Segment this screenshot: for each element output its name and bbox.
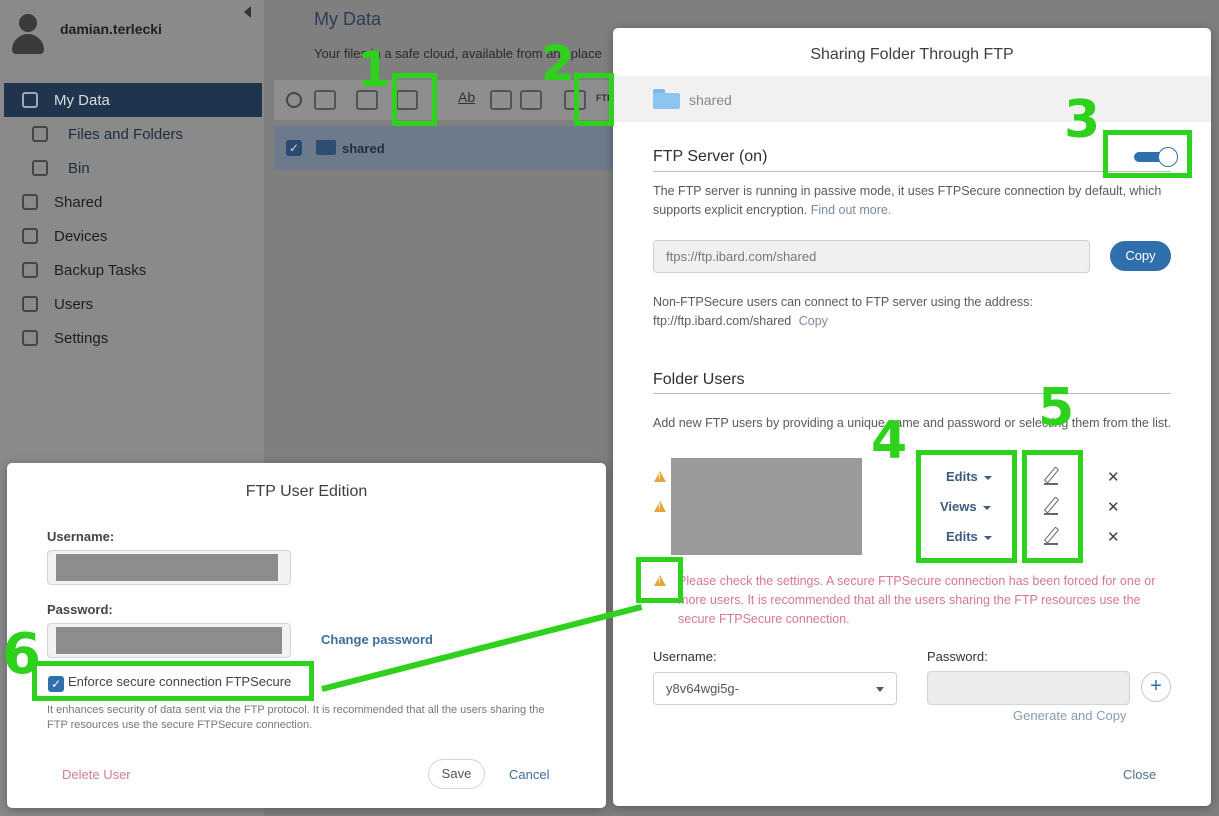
folder-name: shared bbox=[689, 92, 732, 108]
annotation-box-2 bbox=[574, 73, 614, 126]
users-icon bbox=[22, 296, 38, 312]
sidebar-item-settings[interactable]: Settings bbox=[4, 321, 262, 355]
annotation-number-1: 1 bbox=[357, 42, 391, 98]
ftp-url-field[interactable]: ftps://ftp.ibard.com/shared bbox=[653, 240, 1090, 273]
password-field[interactable] bbox=[47, 623, 291, 658]
annotation-box-4 bbox=[916, 450, 1017, 563]
avatar-icon bbox=[10, 14, 46, 56]
sidebar-nav: My Data Files and Folders Bin Shared Dev… bbox=[4, 83, 262, 355]
password-field[interactable] bbox=[927, 671, 1130, 705]
username: damian.terlecki bbox=[60, 21, 162, 37]
copy-non-secure-link[interactable]: Copy bbox=[799, 314, 828, 328]
sidebar-item-label: My Data bbox=[54, 91, 110, 109]
sidebar-item-bin[interactable]: Bin bbox=[4, 151, 262, 185]
username-label: Username: bbox=[47, 529, 115, 544]
settings-icon bbox=[22, 330, 38, 346]
sidebar-item-label: Bin bbox=[68, 159, 90, 177]
ftp-server-description: The FTP server is running in passive mod… bbox=[653, 184, 1162, 217]
dialog-title: Sharing Folder Through FTP bbox=[810, 46, 1014, 63]
annotation-number-3: 3 bbox=[1064, 90, 1101, 150]
annotation-number-2: 2 bbox=[541, 36, 575, 92]
file-name: shared bbox=[342, 141, 385, 156]
annotation-box-5 bbox=[1022, 450, 1083, 563]
add-user-button[interactable]: + bbox=[1141, 672, 1171, 702]
annotation-box-1 bbox=[392, 73, 437, 126]
annotation-number-5: 5 bbox=[1038, 378, 1075, 438]
row-checkbox[interactable]: ✓ bbox=[286, 140, 302, 156]
collapse-sidebar-icon[interactable] bbox=[244, 6, 251, 18]
username-select[interactable]: y8v64wgi5g- bbox=[653, 672, 897, 705]
table-row[interactable]: ✓ shared bbox=[274, 126, 619, 170]
non-secure-note: Non-FTPSecure users can connect to FTP s… bbox=[653, 295, 1033, 309]
devices-icon bbox=[22, 228, 38, 244]
copy-url-button[interactable]: Copy bbox=[1110, 241, 1171, 271]
generate-and-copy-link[interactable]: Generate and Copy bbox=[1013, 708, 1126, 723]
move-icon[interactable] bbox=[520, 90, 542, 110]
password-label: Password: bbox=[47, 602, 113, 617]
warning-icon bbox=[654, 471, 666, 482]
divider bbox=[653, 171, 1171, 172]
non-secure-address: ftp://ftp.ibard.com/shared Copy bbox=[653, 314, 828, 328]
sidebar-item-devices[interactable]: Devices bbox=[4, 219, 262, 253]
shared-folder-bar: shared bbox=[613, 76, 1211, 122]
remove-user-icon[interactable]: ✕ bbox=[1107, 498, 1120, 516]
username-label: Username: bbox=[653, 649, 717, 664]
annotation-number-4: 4 bbox=[871, 411, 908, 471]
user-profile[interactable]: damian.terlecki bbox=[10, 14, 162, 56]
sidebar-item-my-data[interactable]: My Data bbox=[4, 83, 262, 117]
folder-icon bbox=[653, 89, 680, 109]
save-button[interactable]: Save bbox=[428, 759, 485, 789]
select-all-checkbox[interactable] bbox=[286, 92, 302, 108]
sidebar-item-label: Shared bbox=[54, 193, 103, 211]
backup-icon bbox=[22, 262, 38, 278]
warning-icon bbox=[654, 501, 666, 512]
change-password-link[interactable]: Change password bbox=[321, 632, 433, 647]
sidebar-item-label: Settings bbox=[54, 329, 109, 347]
remove-user-icon[interactable]: ✕ bbox=[1107, 528, 1120, 546]
annotation-box-6-target bbox=[636, 557, 683, 603]
shared-icon bbox=[22, 194, 38, 210]
enforce-ftpsecure-note: It enhances security of data sent via th… bbox=[47, 704, 545, 731]
sidebar-item-shared[interactable]: Shared bbox=[4, 185, 262, 219]
find-out-more-link[interactable]: Find out more. bbox=[811, 203, 892, 217]
sidebar-item-users[interactable]: Users bbox=[4, 287, 262, 321]
upload-icon[interactable] bbox=[314, 90, 336, 110]
close-button[interactable]: Close bbox=[1123, 767, 1156, 782]
security-warning-text: Please check the settings. A secure FTPS… bbox=[678, 574, 1156, 626]
username-field[interactable] bbox=[47, 550, 291, 585]
annotation-number-6: 6 bbox=[2, 622, 41, 687]
redacted-usernames bbox=[671, 458, 862, 555]
sidebar-item-backup-tasks[interactable]: Backup Tasks bbox=[4, 253, 262, 287]
chevron-down-icon bbox=[876, 687, 884, 692]
folder-users-description: Add new FTP users by providing a unique … bbox=[653, 416, 1172, 430]
sidebar-item-files-and-folders[interactable]: Files and Folders bbox=[4, 117, 262, 151]
files-icon bbox=[32, 126, 48, 142]
sidebar-item-label: Backup Tasks bbox=[54, 261, 147, 279]
delete-icon[interactable] bbox=[490, 90, 512, 110]
sidebar-item-label: Devices bbox=[54, 227, 108, 245]
remove-user-icon[interactable]: ✕ bbox=[1107, 468, 1120, 486]
rename-icon[interactable]: Ab bbox=[458, 89, 475, 105]
divider bbox=[653, 393, 1171, 394]
annotation-box-6 bbox=[32, 661, 314, 701]
sidebar-item-label: Files and Folders bbox=[68, 125, 184, 143]
sidebar-item-label: Users bbox=[54, 295, 94, 313]
dialog-title: FTP User Edition bbox=[245, 483, 368, 500]
my-data-icon bbox=[22, 92, 38, 108]
annotation-box-3 bbox=[1103, 130, 1192, 178]
folder-users-heading: Folder Users bbox=[653, 371, 745, 388]
delete-user-button[interactable]: Delete User bbox=[62, 767, 131, 782]
page-title: My Data bbox=[314, 9, 382, 29]
ftp-server-heading: FTP Server (on) bbox=[653, 148, 768, 165]
folder-icon bbox=[316, 140, 336, 155]
bin-icon bbox=[32, 160, 48, 176]
password-label: Password: bbox=[927, 649, 988, 664]
cancel-button[interactable]: Cancel bbox=[509, 767, 549, 782]
